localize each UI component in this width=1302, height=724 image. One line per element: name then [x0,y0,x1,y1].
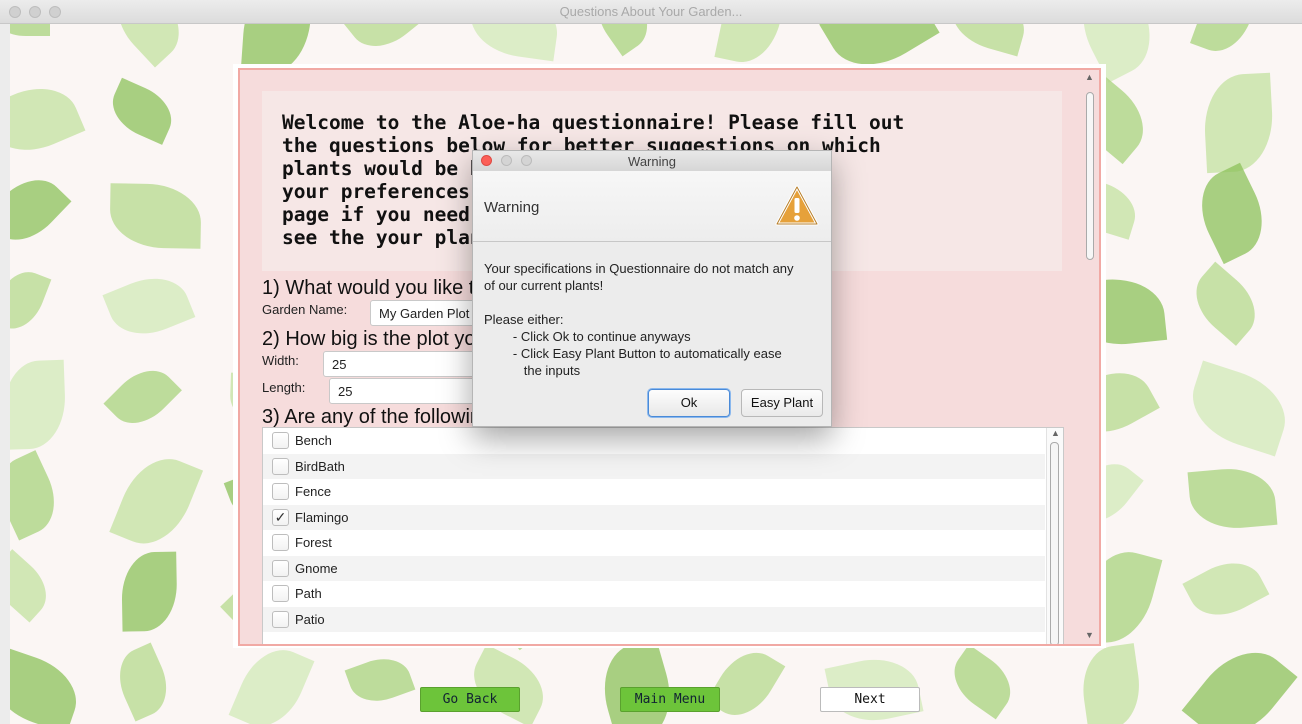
warning-dialog: Warning Warning Your specifications in Q… [472,150,832,427]
dialog-titlebar: Warning [473,151,831,172]
dialog-title: Warning [628,154,676,169]
dialog-message-line: Your specifications in Questionnaire do … [484,261,794,276]
checkmark-icon: ✓ [274,508,287,525]
dialog-message: Your specifications in Questionnaire do … [484,260,824,379]
feature-row[interactable]: Gnome [263,555,1045,581]
leaf-decoration [228,638,315,724]
ok-button[interactable]: Ok [648,389,730,417]
feature-label: Flamingo [295,509,349,525]
leaf-decoration [1182,261,1269,346]
leaf-decoration [103,77,181,145]
leaf-decoration [344,650,416,710]
leaf-decoration [121,551,178,632]
dialog-message-line [484,294,824,311]
feature-checkbox[interactable]: ✓ [272,508,289,526]
leaf-decoration [10,359,67,450]
leaf-decoration [1182,550,1270,629]
leaf-decoration [10,264,52,337]
feature-label: Fence [295,484,332,499]
feature-label: Path [295,586,322,601]
panel-scrollbar[interactable]: ▲ ▼ [1083,72,1097,640]
dialog-message-line: of our current plants! [484,278,604,293]
feature-checkbox[interactable] [272,534,289,551]
feature-label: Forest [295,535,332,550]
scroll-up-icon[interactable]: ▲ [1051,428,1060,438]
feature-row[interactable]: Forest [263,530,1045,556]
leaf-decoration [108,446,204,556]
dialog-message-line: Please either: [484,312,564,327]
garden-features-list[interactable]: Patio Path Gnome Forest ✓ Flamingo Fence BirdBa… [262,427,1064,644]
feature-label: BirdBath [295,458,345,474]
feature-checkbox[interactable] [272,457,289,475]
leaf-decoration [1181,360,1297,457]
main-menu-button[interactable]: Main Menu [620,687,720,712]
leaf-decoration [944,24,1032,57]
dialog-header-text: Warning [484,199,540,216]
feature-row[interactable]: Patio [263,606,1045,632]
feature-checkbox[interactable] [272,610,289,628]
feature-row[interactable]: Path [263,581,1045,607]
warning-icon [775,185,819,226]
scroll-up-icon[interactable]: ▲ [1085,72,1094,82]
leaf-decoration [942,644,1023,720]
feature-label: Bench [295,433,332,448]
leaf-decoration [342,24,429,61]
feature-checkbox[interactable] [272,559,289,577]
leaf-decoration [10,646,87,724]
leaf-decoration [585,24,660,57]
garden-name-label: Garden Name: [262,302,348,317]
dialog-message-line: the inputs [484,363,581,378]
leaf-decoration [10,74,86,165]
dialog-header: Warning [473,171,831,242]
dialog-message-line: - Click Ok to continue anyways [484,329,691,344]
leaf-decoration [1202,72,1275,174]
leaf-decoration [714,24,788,69]
dialog-message-line: - Click Easy Plant Button to automatical… [484,346,782,361]
scroll-down-icon[interactable]: ▼ [1085,630,1094,640]
length-label: Length: [262,380,306,395]
feature-label: Gnome [295,560,338,576]
leaf-decoration [103,357,182,436]
leaf-decoration [102,266,196,347]
leaf-decoration [1190,24,1260,60]
leaf-decoration [1181,633,1298,724]
leaf-decoration [108,642,178,722]
feature-row[interactable]: Fence [263,479,1045,505]
leaf-decoration [10,450,68,541]
leaf-decoration [1187,465,1278,533]
leaf-decoration [466,24,562,62]
panel-scroll-thumb[interactable] [1086,92,1094,260]
feature-checkbox[interactable] [272,432,289,449]
list-scroll-thumb[interactable] [1050,442,1059,644]
go-back-button[interactable]: Go Back [420,687,520,712]
leaf-decoration [10,548,59,623]
easy-plant-button[interactable]: Easy Plant [741,389,823,417]
leaf-decoration [109,183,202,249]
leaf-decoration [1076,643,1146,724]
feature-row[interactable]: BirdBath [263,453,1045,479]
width-label: Width: [262,353,299,368]
leaf-decoration [10,165,72,255]
feature-checkbox[interactable] [272,585,289,602]
window-titlebar: Questions About Your Garden... [0,0,1302,24]
feature-row[interactable]: Bench [263,428,1045,454]
leaf-decoration [1187,162,1277,265]
next-button[interactable]: Next [820,687,920,712]
window-title: Questions About Your Garden... [559,4,743,19]
leaf-decoration [461,644,556,724]
list-scrollbar[interactable]: ▲ [1046,428,1063,644]
leaf-decoration [10,24,50,36]
feature-checkbox[interactable] [272,483,289,500]
feature-label: Patio [295,611,325,627]
feature-row[interactable]: ✓ Flamingo [263,504,1045,530]
leaf-decoration [102,24,195,68]
